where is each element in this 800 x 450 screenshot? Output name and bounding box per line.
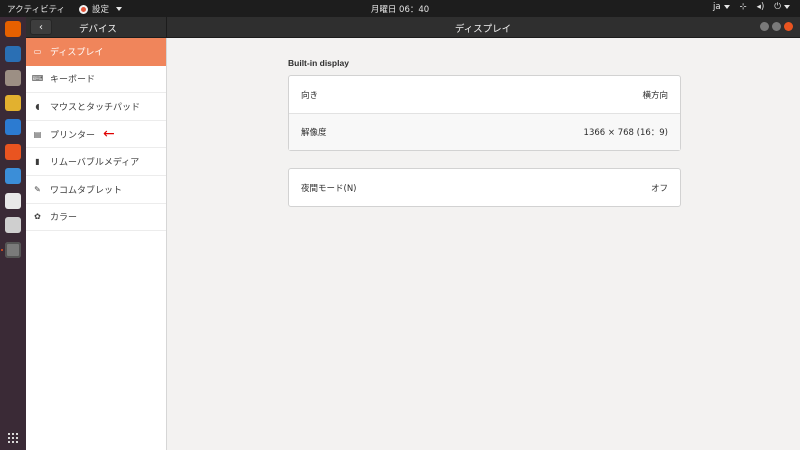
night-mode-value: オフ xyxy=(650,183,668,194)
main-content: Built-in display 向き 横方向 解像度 1366 × 768 (… xyxy=(167,38,800,450)
thunderbird-icon[interactable] xyxy=(5,45,21,62)
sidebar: ▭ ディスプレイ ⌨ キーボード ◖ マウスとタッチパッド ▤ プリンター ← … xyxy=(26,38,167,450)
resolution-label: 解像度 xyxy=(301,128,327,138)
firefox-icon[interactable] xyxy=(5,21,21,37)
window-controls xyxy=(760,22,793,31)
amazon-icon[interactable] xyxy=(5,192,21,209)
libreoffice-writer-icon[interactable] xyxy=(5,119,21,135)
red-arrow-annotation-icon: ← xyxy=(103,126,115,143)
sidebar-item-color[interactable]: ✿ カラー xyxy=(26,204,166,232)
sidebar-item-mouse-touchpad[interactable]: ◖ マウスとタッチパッド xyxy=(26,93,166,121)
back-button[interactable]: ‹ xyxy=(30,19,52,35)
sidebar-item-label: マウスとタッチパッド xyxy=(50,102,141,113)
sidebar-item-label: カラー xyxy=(50,213,78,224)
power-icon[interactable]: ⏻ xyxy=(774,2,790,12)
system-tray[interactable]: ja ⊹ ◂) ⏻ xyxy=(713,2,790,12)
screenshot-icon[interactable] xyxy=(5,217,21,233)
close-button[interactable] xyxy=(784,22,793,31)
help-icon[interactable] xyxy=(5,168,21,184)
orientation-value: 横方向 xyxy=(642,90,668,101)
dock xyxy=(0,17,26,450)
orientation-label: 向き xyxy=(301,90,319,101)
chevron-down-icon xyxy=(723,4,730,9)
settings-icon[interactable] xyxy=(5,241,21,258)
software-center-icon[interactable] xyxy=(5,143,21,160)
section-title: Built-in display xyxy=(288,58,349,68)
sidebar-item-label: ワコムタブレット xyxy=(50,185,123,196)
display-icon: ▭ xyxy=(33,46,42,56)
color-icon: ✿ xyxy=(34,212,41,222)
keyboard-icon: ⌨ xyxy=(31,74,44,84)
printer-icon: ▤ xyxy=(33,129,42,139)
files-icon[interactable] xyxy=(5,70,21,86)
removable-media-icon: ▮ xyxy=(35,157,40,167)
sidebar-item-removable-media[interactable]: ▮ リムーバブルメディア xyxy=(26,148,166,176)
top-bar: アクティビティ 設定 月曜日 06：40 ja ⊹ ◂) ⏻ xyxy=(0,0,800,17)
sidebar-item-label: プリンター xyxy=(50,130,96,141)
rhythmbox-icon[interactable] xyxy=(5,94,21,111)
running-indicator xyxy=(1,248,3,251)
chevron-down-icon xyxy=(784,4,790,9)
resolution-row[interactable]: 解像度 1366 × 768 (16：9) xyxy=(289,113,680,150)
sidebar-item-keyboard[interactable]: ⌨ キーボード xyxy=(26,66,166,94)
display-settings-panel: 向き 横方向 解像度 1366 × 768 (16：9) xyxy=(288,75,681,151)
maximize-button[interactable] xyxy=(772,22,781,31)
night-mode-row[interactable]: 夜間モード(N) オフ xyxy=(289,169,680,206)
chevron-left-icon: ‹ xyxy=(39,21,43,33)
resolution-value: 1366 × 768 (16：9) xyxy=(583,128,668,138)
sidebar-item-display[interactable]: ▭ ディスプレイ xyxy=(26,38,166,66)
minimize-button[interactable] xyxy=(760,22,769,31)
sidebar-item-label: ディスプレイ xyxy=(50,47,104,58)
volume-icon[interactable]: ◂) xyxy=(757,2,765,12)
night-light-panel: 夜間モード(N) オフ xyxy=(288,168,681,207)
show-applications-icon[interactable] xyxy=(7,432,19,444)
clock[interactable]: 月曜日 06：40 xyxy=(0,3,800,15)
window-title: ディスプレイ xyxy=(454,24,512,35)
input-method-indicator[interactable]: ja xyxy=(713,2,730,12)
mouse-icon: ◖ xyxy=(35,101,40,111)
sidebar-item-label: キーボード xyxy=(50,75,96,86)
sidebar-section-title: デバイス xyxy=(79,24,117,35)
sidebar-item-label: リムーバブルメディア xyxy=(50,158,140,169)
window-header: ‹ デバイス ディスプレイ xyxy=(26,17,800,38)
night-mode-label: 夜間モード(N) xyxy=(301,183,357,194)
sidebar-item-wacom-tablet[interactable]: ✎ ワコムタブレット xyxy=(26,176,166,204)
network-icon[interactable]: ⊹ xyxy=(740,2,747,12)
language-label: ja xyxy=(712,2,721,12)
wacom-tablet-icon: ✎ xyxy=(34,184,41,194)
orientation-row[interactable]: 向き 横方向 xyxy=(289,76,680,113)
sidebar-item-printers[interactable]: ▤ プリンター ← xyxy=(26,121,166,149)
